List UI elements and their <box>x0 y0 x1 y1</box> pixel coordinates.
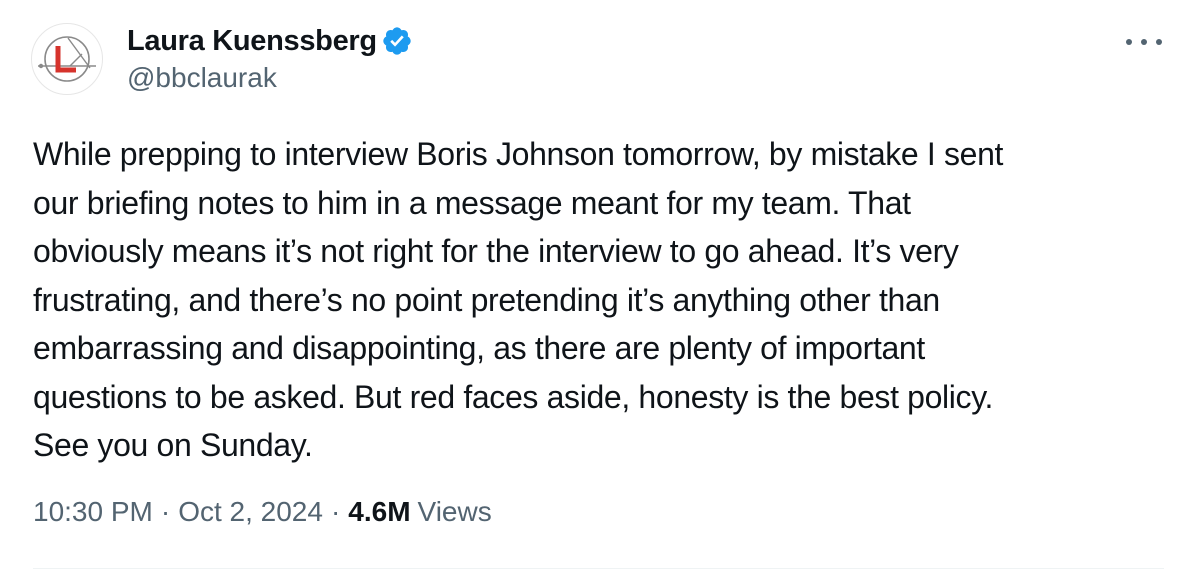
author-name-row: Laura Kuenssberg <box>127 22 413 60</box>
author-handle[interactable]: @bbclaurak <box>127 62 277 94</box>
verified-badge-icon[interactable] <box>381 25 413 57</box>
tweet-text-line: See you on Sunday. <box>33 427 313 463</box>
tweet-meta: 10:30 PM · Oct 2, 2024 · 4.6M Views <box>33 496 492 528</box>
avatar[interactable] <box>31 23 103 95</box>
tweet-time[interactable]: 10:30 PM <box>33 496 153 528</box>
tweet-text-line: obviously means it’s not right for the i… <box>33 233 959 269</box>
meta-separator: · <box>330 496 341 527</box>
more-dot <box>1126 39 1132 45</box>
author-display-name[interactable]: Laura Kuenssberg <box>127 25 377 58</box>
divider <box>33 568 1164 569</box>
tweet-text: While prepping to interview Boris Johnso… <box>33 130 1163 470</box>
bbc-laura-kuenssberg-logo-icon <box>38 36 96 82</box>
tweet-text-line: embarrassing and disappointing, as there… <box>33 330 925 366</box>
more-dot <box>1141 39 1147 45</box>
tweet-text-line: questions to be asked. But red faces asi… <box>33 378 994 415</box>
more-dot <box>1156 39 1162 45</box>
more-options-icon[interactable] <box>1126 28 1162 56</box>
views-count: 4.6M <box>348 496 411 527</box>
tweet-date[interactable]: Oct 2, 2024 <box>178 496 323 528</box>
tweet-text-line: our briefing notes to him in a message m… <box>33 184 911 221</box>
tweet-card: Laura Kuenssberg @bbclaurak While preppi… <box>0 0 1202 572</box>
meta-separator: · <box>160 496 171 527</box>
views-label: Views <box>417 496 492 527</box>
tweet-text-line: frustrating, and there’s no point preten… <box>33 281 940 318</box>
tweet-text-line: While prepping to interview Boris Johnso… <box>33 136 1004 172</box>
